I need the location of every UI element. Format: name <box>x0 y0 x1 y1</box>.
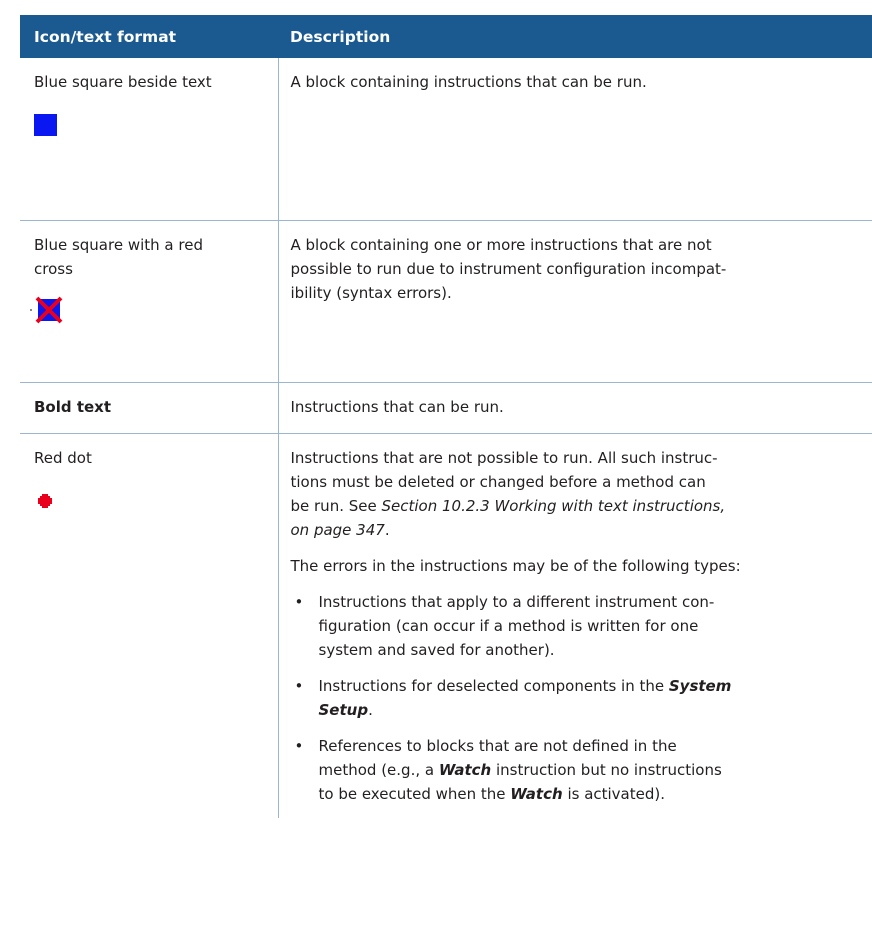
bullet-text: method (e.g., a <box>318 761 439 779</box>
bullet-text: instruction but no instructions <box>491 761 722 779</box>
format-label: Red dot <box>34 449 92 467</box>
icon-container <box>34 490 264 522</box>
description-cell: A block containing instructions that can… <box>277 58 872 221</box>
description-text: A block containing instructions that can… <box>290 73 647 91</box>
para-text: . <box>384 521 390 539</box>
blue-square-icon <box>34 114 57 136</box>
header-description: Description <box>278 15 872 58</box>
para-text: be run. See <box>290 497 382 515</box>
format-cell: Blue square with a red cross <box>20 220 278 383</box>
table-row: Blue square beside text A block containi… <box>20 58 872 221</box>
error-types-list: • Instructions that apply to a different… <box>291 590 865 806</box>
bullet-line: system and saved for another). <box>318 641 555 659</box>
icon-container <box>30 296 264 333</box>
header-icon-text-format: Icon/text format <box>20 15 278 58</box>
red-dot-icon <box>38 494 52 508</box>
emphasis-setup: Setup <box>318 701 369 719</box>
format-label-line-2: cross <box>34 260 73 278</box>
emphasis-system: System <box>668 677 732 695</box>
para-line: tions must be deleted or changed before … <box>290 473 706 491</box>
bullet-line: figuration (can occur if a method is wri… <box>318 617 699 635</box>
bullet-text: Instructions for deselected components i… <box>318 677 669 695</box>
bullet-line: References to blocks that are not define… <box>318 737 677 755</box>
page-reference: on page 347 <box>290 521 385 539</box>
list-item: • Instructions for deselected components… <box>291 674 865 722</box>
para-line: be run. See Section 10.2.3 Working with … <box>291 494 865 518</box>
format-label-line-1: Blue square with a red <box>34 236 203 254</box>
format-cell: Red dot <box>20 434 278 819</box>
icon-format-table: Icon/text format Description Blue square… <box>20 15 872 818</box>
icon-container <box>34 114 264 146</box>
description-paragraph: Instructions that are not possible to ru… <box>291 446 865 542</box>
format-label: Bold text <box>34 398 112 416</box>
emphasis-watch: Watch <box>510 785 563 803</box>
table-row: Red dot Instructions that are not possib… <box>20 433 872 819</box>
format-label: Blue square beside text <box>34 73 212 91</box>
bullet-line: Instructions that apply to a different i… <box>318 593 715 611</box>
blue-square-red-cross-icon <box>35 296 63 324</box>
format-cell: Blue square beside text <box>20 58 278 221</box>
table-row: Bold text Instructions that can be run. <box>20 382 872 434</box>
description-line-1: A block containing one or more instructi… <box>290 236 712 254</box>
section-reference: Section 10.2.3 Working with text instruc… <box>381 497 726 515</box>
description-cell: Instructions that can be run. <box>277 382 872 434</box>
description-line-2: possible to run due to instrument config… <box>290 260 727 278</box>
para-line: Instructions that are not possible to ru… <box>290 449 718 467</box>
list-item: • Instructions that apply to a different… <box>291 590 865 662</box>
bullet-line: Setup. <box>319 698 865 722</box>
bullet-text: . <box>368 701 373 719</box>
list-item: • References to blocks that are not defi… <box>291 734 865 806</box>
description-cell: A block containing one or more instructi… <box>277 220 872 383</box>
bullet-line: Instructions for deselected components i… <box>319 674 865 698</box>
table-header-row: Icon/text format Description <box>20 15 872 58</box>
description-cell: Instructions that are not possible to ru… <box>277 433 872 818</box>
format-cell: Bold text <box>20 382 278 434</box>
bullet-icon: • <box>294 737 304 755</box>
bullet-line: method (e.g., a Watch instruction but no… <box>319 758 865 782</box>
bullet-line: to be executed when the Watch is activat… <box>319 782 865 806</box>
bullet-icon: • <box>294 593 304 611</box>
table-row: Blue square with a red cross A block con… <box>20 220 872 383</box>
error-types-intro: The errors in the instructions may be of… <box>290 557 741 575</box>
bullet-text: to be executed when the <box>318 785 511 803</box>
bullet-icon: • <box>294 677 304 695</box>
speck-mark <box>30 309 32 311</box>
emphasis-watch: Watch <box>438 761 492 779</box>
bullet-text: is activated). <box>562 785 665 803</box>
description-line-3: ibility (syntax errors). <box>290 284 452 302</box>
para-line: on page 347. <box>291 518 865 542</box>
description-text: Instructions that can be run. <box>290 398 504 416</box>
